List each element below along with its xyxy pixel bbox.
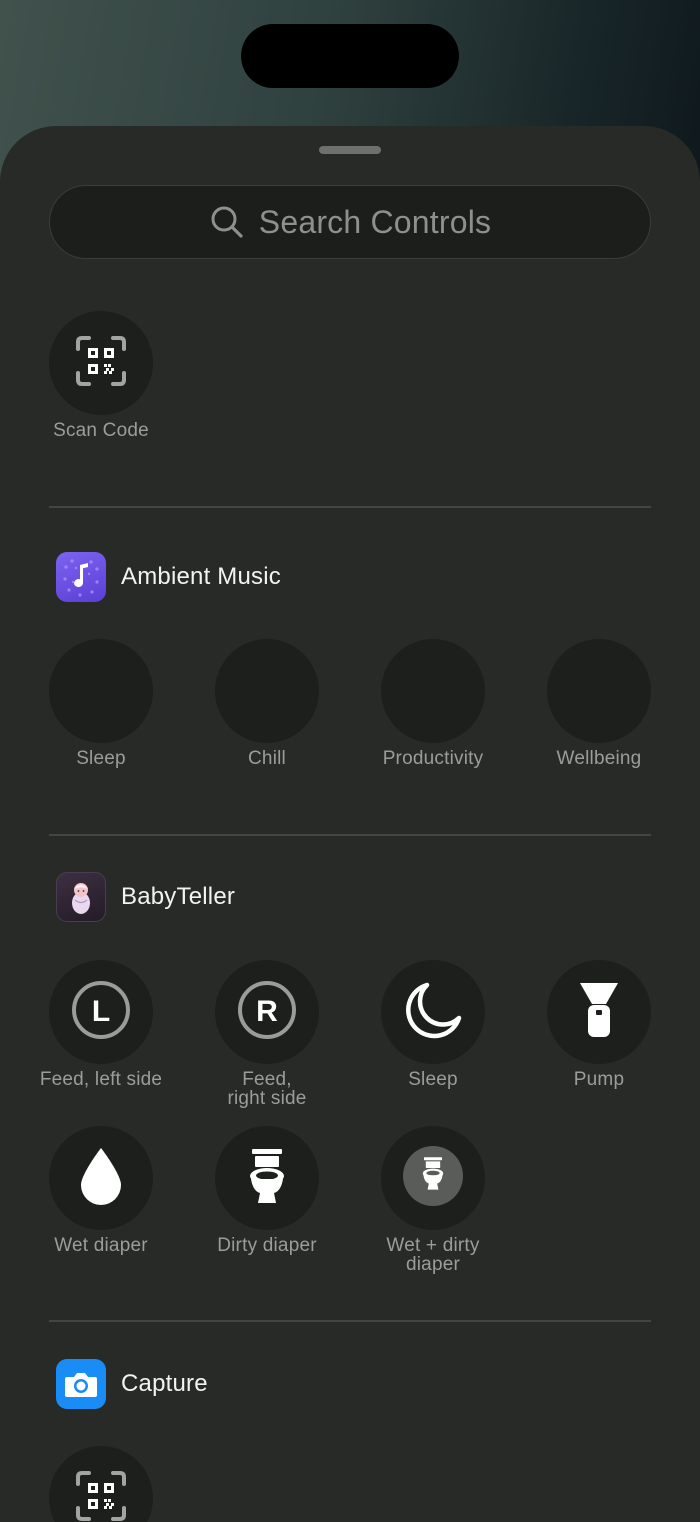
control-label: Feed, left side xyxy=(39,1069,163,1090)
feed-left-control[interactable]: L Feed, left side xyxy=(40,960,162,1089)
control-label: Sleep xyxy=(76,748,126,769)
babyteller-app-icon xyxy=(56,872,106,922)
search-controls-field[interactable]: Search Controls xyxy=(49,185,651,259)
section-divider xyxy=(49,834,651,836)
control-label: Sleep xyxy=(408,1069,458,1090)
control-label: Pump xyxy=(573,1069,625,1090)
ambient-music-app-icon xyxy=(56,552,106,602)
control-label: Chill xyxy=(248,748,286,769)
controls-gallery-sheet: Search Controls Scan Code Ambient Music … xyxy=(0,126,700,1522)
section-divider xyxy=(49,1320,651,1322)
feed-right-icon: R xyxy=(236,979,298,1046)
capture-scan-code-control[interactable] xyxy=(49,1446,153,1522)
control-label: Wellbeing xyxy=(556,748,642,769)
moon-icon xyxy=(403,980,463,1045)
search-placeholder: Search Controls xyxy=(258,203,492,240)
ambient-sleep-control[interactable]: Sleep xyxy=(49,639,153,768)
section-title: Capture xyxy=(121,1370,208,1397)
toilet-badge-icon xyxy=(402,1145,464,1212)
section-title: Ambient Music xyxy=(121,563,281,590)
wet-diaper-control[interactable]: Wet diaper xyxy=(49,1126,153,1255)
ambient-wellbeing-control[interactable]: Wellbeing xyxy=(547,639,651,768)
ambient-productivity-control[interactable]: Productivity xyxy=(381,639,485,768)
control-label: Dirty diaper xyxy=(217,1235,317,1256)
dynamic-island xyxy=(241,24,459,88)
section-header-ambient-music: Ambient Music xyxy=(56,552,281,602)
control-label: Feed, right side xyxy=(227,1069,307,1109)
control-label: Productivity xyxy=(382,748,484,769)
section-header-babyteller: BabyTeller xyxy=(56,872,235,922)
wet-dirty-diaper-control[interactable]: Wet + dirty diaper xyxy=(381,1126,485,1274)
dirty-diaper-control[interactable]: Dirty diaper xyxy=(215,1126,319,1255)
svg-text:L: L xyxy=(92,995,110,1028)
water-drop-icon xyxy=(79,1146,123,1211)
svg-text:R: R xyxy=(256,995,278,1028)
control-label: Scan Code xyxy=(53,420,149,441)
toilet-icon xyxy=(247,1147,287,1210)
section-title: BabyTeller xyxy=(121,883,236,910)
pump-control[interactable]: Pump xyxy=(547,960,651,1089)
section-divider xyxy=(49,506,651,508)
sheet-grabber[interactable] xyxy=(319,146,381,154)
control-label: Wet diaper xyxy=(54,1235,148,1256)
qr-scan-icon xyxy=(75,335,127,392)
feed-left-icon: L xyxy=(70,979,132,1046)
qr-scan-icon xyxy=(75,1470,127,1522)
scan-code-control[interactable]: Scan Code xyxy=(49,311,153,440)
section-header-capture: Capture xyxy=(56,1359,208,1409)
ambient-chill-control[interactable]: Chill xyxy=(215,639,319,768)
search-icon xyxy=(209,204,245,240)
breast-pump-icon xyxy=(577,980,621,1045)
sleep-control[interactable]: Sleep xyxy=(381,960,485,1089)
control-label: Wet + dirty diaper xyxy=(386,1235,480,1275)
feed-right-control[interactable]: R Feed, right side xyxy=(215,960,319,1108)
camera-app-icon xyxy=(56,1359,106,1409)
